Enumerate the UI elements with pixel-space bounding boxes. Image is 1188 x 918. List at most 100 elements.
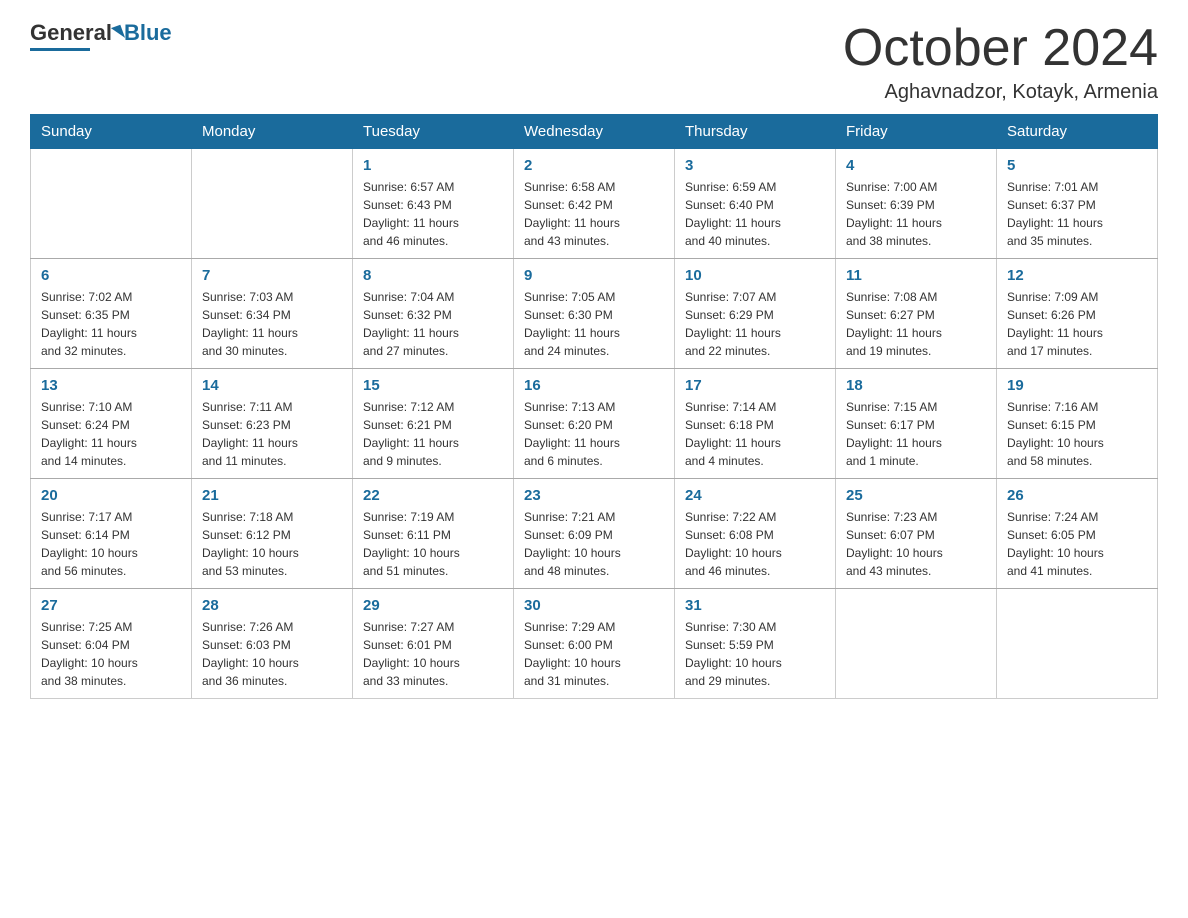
- day-number: 10: [685, 267, 825, 284]
- week-row-4: 20Sunrise: 7:17 AM Sunset: 6:14 PM Dayli…: [31, 479, 1158, 589]
- calendar-cell: 20Sunrise: 7:17 AM Sunset: 6:14 PM Dayli…: [31, 479, 192, 589]
- day-number: 12: [1007, 267, 1147, 284]
- calendar-cell: 9Sunrise: 7:05 AM Sunset: 6:30 PM Daylig…: [514, 259, 675, 369]
- day-info: Sunrise: 6:57 AM Sunset: 6:43 PM Dayligh…: [363, 178, 503, 250]
- day-info: Sunrise: 7:07 AM Sunset: 6:29 PM Dayligh…: [685, 288, 825, 360]
- logo-arrow-icon: [111, 25, 125, 42]
- col-header-tuesday: Tuesday: [353, 115, 514, 149]
- day-info: Sunrise: 7:05 AM Sunset: 6:30 PM Dayligh…: [524, 288, 664, 360]
- day-info: Sunrise: 7:00 AM Sunset: 6:39 PM Dayligh…: [846, 178, 986, 250]
- calendar-cell: 13 Sunrise: 7:10 AM Sunset: 6:24 PM Dayli…: [31, 369, 192, 479]
- day-number: 13: [41, 377, 181, 394]
- day-number: 16: [524, 377, 664, 394]
- day-info: Sunrise: 7:25 AM Sunset: 6:04 PM Dayligh…: [41, 618, 181, 690]
- calendar-body: 1 Sunrise: 6:57 AM Sunset: 6:43 PM Daylig…: [31, 149, 1158, 699]
- day-number: 8: [363, 267, 503, 284]
- calendar-cell: 10 Sunrise: 7:07 AM Sunset: 6:29 PM Dayli…: [675, 259, 836, 369]
- day-number: 2: [524, 157, 664, 174]
- day-number: 19: [1007, 377, 1147, 394]
- day-number: 4: [846, 157, 986, 174]
- day-number: 21: [202, 487, 342, 504]
- day-info: Sunrise: 6:59 AM Sunset: 6:40 PM Dayligh…: [685, 178, 825, 250]
- calendar-cell: 19 Sunrise: 7:16 AM Sunset: 6:15 PM Dayli…: [997, 369, 1158, 479]
- calendar-cell: 23Sunrise: 7:21 AM Sunset: 6:09 PM Dayli…: [514, 479, 675, 589]
- day-info: Sunrise: 7:11 AM Sunset: 6:23 PM Dayligh…: [202, 398, 342, 470]
- day-number: 23: [524, 487, 664, 504]
- logo: General Blue: [30, 20, 172, 51]
- day-number: 6: [41, 267, 181, 284]
- page-header: General Blue October 2024 Aghavnadzor, K…: [30, 20, 1158, 104]
- day-info: Sunrise: 7:29 AM Sunset: 6:00 PM Dayligh…: [524, 618, 664, 690]
- day-info: Sunrise: 7:03 AM Sunset: 6:34 PM Dayligh…: [202, 288, 342, 360]
- calendar-header: SundayMondayTuesdayWednesdayThursdayFrid…: [31, 115, 1158, 149]
- day-info: Sunrise: 7:15 AM Sunset: 6:17 PM Dayligh…: [846, 398, 986, 470]
- day-number: 3: [685, 157, 825, 174]
- day-info: Sunrise: 7:01 AM Sunset: 6:37 PM Dayligh…: [1007, 178, 1147, 250]
- day-info: Sunrise: 7:04 AM Sunset: 6:32 PM Dayligh…: [363, 288, 503, 360]
- calendar-cell: 3 Sunrise: 6:59 AM Sunset: 6:40 PM Daylig…: [675, 149, 836, 259]
- calendar-cell: 26 Sunrise: 7:24 AM Sunset: 6:05 PM Dayli…: [997, 479, 1158, 589]
- day-info: Sunrise: 7:22 AM Sunset: 6:08 PM Dayligh…: [685, 508, 825, 580]
- calendar-cell: 31 Sunrise: 7:30 AM Sunset: 5:59 PM Dayli…: [675, 589, 836, 699]
- day-info: Sunrise: 7:19 AM Sunset: 6:11 PM Dayligh…: [363, 508, 503, 580]
- day-number: 15: [363, 377, 503, 394]
- col-header-monday: Monday: [192, 115, 353, 149]
- calendar-cell: 12Sunrise: 7:09 AM Sunset: 6:26 PM Dayli…: [997, 259, 1158, 369]
- col-header-thursday: Thursday: [675, 115, 836, 149]
- day-number: 14: [202, 377, 342, 394]
- day-info: Sunrise: 7:12 AM Sunset: 6:21 PM Dayligh…: [363, 398, 503, 470]
- calendar-cell: 4 Sunrise: 7:00 AM Sunset: 6:39 PM Daylig…: [836, 149, 997, 259]
- day-info: Sunrise: 7:14 AM Sunset: 6:18 PM Dayligh…: [685, 398, 825, 470]
- day-number: 30: [524, 597, 664, 614]
- calendar-cell: 5 Sunrise: 7:01 AM Sunset: 6:37 PM Daylig…: [997, 149, 1158, 259]
- day-info: Sunrise: 7:27 AM Sunset: 6:01 PM Dayligh…: [363, 618, 503, 690]
- calendar-cell: 17Sunrise: 7:14 AM Sunset: 6:18 PM Dayli…: [675, 369, 836, 479]
- day-info: Sunrise: 7:16 AM Sunset: 6:15 PM Dayligh…: [1007, 398, 1147, 470]
- day-number: 24: [685, 487, 825, 504]
- calendar-cell: 2 Sunrise: 6:58 AM Sunset: 6:42 PM Daylig…: [514, 149, 675, 259]
- col-header-saturday: Saturday: [997, 115, 1158, 149]
- col-header-friday: Friday: [836, 115, 997, 149]
- week-row-3: 13 Sunrise: 7:10 AM Sunset: 6:24 PM Dayli…: [31, 369, 1158, 479]
- day-info: Sunrise: 7:10 AM Sunset: 6:24 PM Dayligh…: [41, 398, 181, 470]
- day-number: 11: [846, 267, 986, 284]
- calendar-cell: 16 Sunrise: 7:13 AM Sunset: 6:20 PM Dayli…: [514, 369, 675, 479]
- day-info: Sunrise: 7:13 AM Sunset: 6:20 PM Dayligh…: [524, 398, 664, 470]
- calendar-cell: 14 Sunrise: 7:11 AM Sunset: 6:23 PM Dayli…: [192, 369, 353, 479]
- col-header-wednesday: Wednesday: [514, 115, 675, 149]
- calendar-cell: 24 Sunrise: 7:22 AM Sunset: 6:08 PM Dayli…: [675, 479, 836, 589]
- day-number: 28: [202, 597, 342, 614]
- calendar-cell: 8 Sunrise: 7:04 AM Sunset: 6:32 PM Daylig…: [353, 259, 514, 369]
- calendar-cell: 25Sunrise: 7:23 AM Sunset: 6:07 PM Dayli…: [836, 479, 997, 589]
- calendar-cell: 21 Sunrise: 7:18 AM Sunset: 6:12 PM Dayli…: [192, 479, 353, 589]
- day-info: Sunrise: 7:24 AM Sunset: 6:05 PM Dayligh…: [1007, 508, 1147, 580]
- day-number: 18: [846, 377, 986, 394]
- calendar-cell: 6 Sunrise: 7:02 AM Sunset: 6:35 PM Daylig…: [31, 259, 192, 369]
- day-number: 7: [202, 267, 342, 284]
- day-number: 1: [363, 157, 503, 174]
- page-subtitle: Aghavnadzor, Kotayk, Armenia: [843, 81, 1158, 104]
- day-number: 29: [363, 597, 503, 614]
- logo-general-text: General: [30, 20, 112, 46]
- calendar-cell: 22 Sunrise: 7:19 AM Sunset: 6:11 PM Dayli…: [353, 479, 514, 589]
- day-number: 26: [1007, 487, 1147, 504]
- calendar-cell: 28 Sunrise: 7:26 AM Sunset: 6:03 PM Dayli…: [192, 589, 353, 699]
- day-number: 25: [846, 487, 986, 504]
- day-info: Sunrise: 6:58 AM Sunset: 6:42 PM Dayligh…: [524, 178, 664, 250]
- day-info: Sunrise: 7:02 AM Sunset: 6:35 PM Dayligh…: [41, 288, 181, 360]
- calendar-cell: [192, 149, 353, 259]
- calendar-cell: [31, 149, 192, 259]
- day-info: Sunrise: 7:26 AM Sunset: 6:03 PM Dayligh…: [202, 618, 342, 690]
- day-number: 5: [1007, 157, 1147, 174]
- day-info: Sunrise: 7:18 AM Sunset: 6:12 PM Dayligh…: [202, 508, 342, 580]
- calendar-cell: 27 Sunrise: 7:25 AM Sunset: 6:04 PM Dayli…: [31, 589, 192, 699]
- day-number: 22: [363, 487, 503, 504]
- day-info: Sunrise: 7:30 AM Sunset: 5:59 PM Dayligh…: [685, 618, 825, 690]
- calendar-cell: 18 Sunrise: 7:15 AM Sunset: 6:17 PM Dayli…: [836, 369, 997, 479]
- day-number: 27: [41, 597, 181, 614]
- title-area: October 2024 Aghavnadzor, Kotayk, Armeni…: [843, 20, 1158, 104]
- day-number: 31: [685, 597, 825, 614]
- day-info: Sunrise: 7:08 AM Sunset: 6:27 PM Dayligh…: [846, 288, 986, 360]
- calendar-cell: 11 Sunrise: 7:08 AM Sunset: 6:27 PM Dayli…: [836, 259, 997, 369]
- day-number: 20: [41, 487, 181, 504]
